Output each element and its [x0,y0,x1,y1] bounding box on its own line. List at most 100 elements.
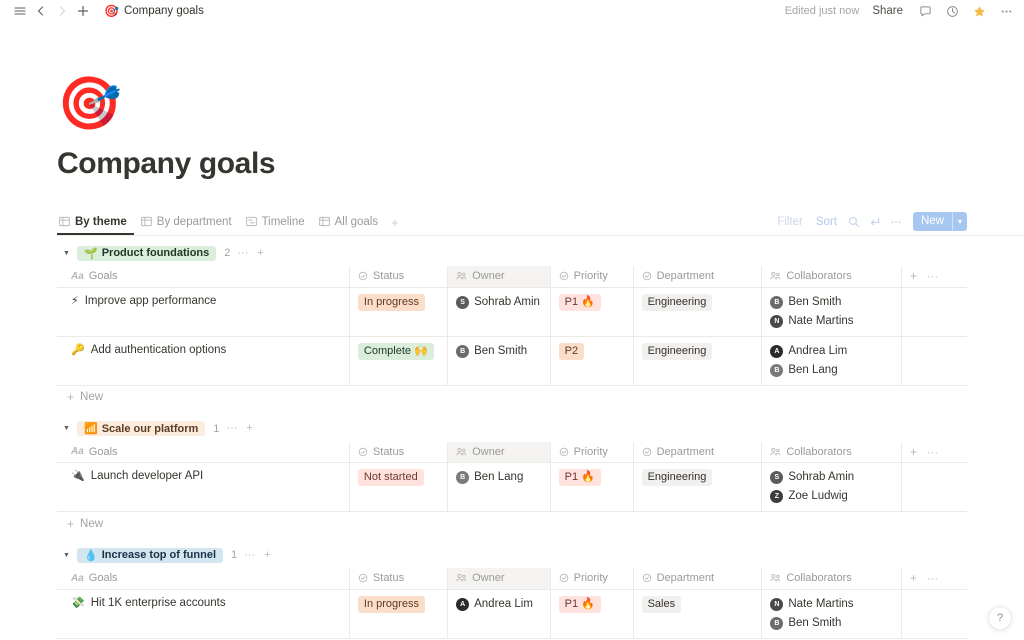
column-header-goals[interactable]: AaGoals [57,568,349,589]
chevron-left-icon[interactable] [31,2,50,21]
column-header-priority[interactable]: Priority [550,442,633,463]
cell-goal-title[interactable]: 💸Hit 1K enterprise accounts [57,589,349,638]
cell-department[interactable]: Engineering [633,287,762,336]
toolbar-ellipsis-icon[interactable] [887,213,905,231]
table-row[interactable]: ⚡Improve app performanceIn progressSSohr… [57,287,967,336]
add-new-row-button[interactable]: +New [57,386,967,410]
page-icon[interactable]: 🎯 [57,78,1024,130]
add-new-row-button[interactable]: +New [57,512,967,536]
cell-empty [902,287,968,336]
group-add-icon[interactable]: + [255,248,265,259]
group-name-pill[interactable]: 📶Scale our platform [77,421,205,436]
cell-collaborators[interactable]: AAndrea LimBBen Lang [762,336,902,385]
cell-status[interactable]: Complete🙌 [349,336,447,385]
column-header-department[interactable]: Department [633,442,762,463]
cell-owner[interactable]: SSohrab Amin [448,287,551,336]
column-options-icon[interactable]: ··· [927,271,938,283]
cell-department[interactable]: Sales [633,589,762,638]
column-header-status[interactable]: Status [349,266,447,287]
column-header-owner[interactable]: Owner [448,442,551,463]
avatar: B [456,345,469,358]
collapse-triangle-icon[interactable]: ▼ [61,425,72,432]
chevron-right-icon[interactable] [52,2,71,21]
column-header-owner[interactable]: Owner [448,266,551,287]
cell-priority[interactable]: P1🔥 [550,463,633,512]
cell-goal-title[interactable]: 🔌Launch developer API [57,463,349,512]
cell-owner[interactable]: BBen Smith [448,336,551,385]
group-ellipsis-icon[interactable]: ··· [235,248,250,259]
ellipsis-icon[interactable] [997,2,1015,20]
table-row[interactable]: 🔑Add authentication optionsComplete🙌BBen… [57,336,967,385]
tab-by-theme[interactable]: By theme [57,216,134,235]
group-add-icon[interactable]: + [244,423,254,434]
comment-icon[interactable] [916,2,934,20]
collapse-triangle-icon[interactable]: ▼ [61,250,72,257]
cell-goal-title[interactable]: ⚡Improve app performance [57,287,349,336]
group-add-icon[interactable]: + [262,550,272,561]
group-ellipsis-icon[interactable]: ··· [242,550,257,561]
clock-icon[interactable] [943,2,961,20]
column-header-collaborators[interactable]: Collaborators [762,266,902,287]
plus-icon[interactable] [73,2,92,21]
group-1: ▼🌱Product foundations2···+AaGoalsStatusO… [57,243,967,410]
cell-priority[interactable]: P1🔥 [550,589,633,638]
table-row[interactable]: 🔌Launch developer APINot startedBBen Lan… [57,463,967,512]
column-header-collaborators[interactable]: Collaborators [762,568,902,589]
filter-button[interactable]: Filter [772,214,808,230]
column-header-status[interactable]: Status [349,568,447,589]
cell-collaborators[interactable]: NNate MartinsBBen Smith [762,589,902,638]
sort-button[interactable]: Sort [811,214,842,230]
cell-status[interactable]: In progress [349,589,447,638]
cell-priority-emoji: 🔥 [581,470,595,485]
share-button[interactable]: Share [868,3,907,19]
star-icon[interactable] [970,2,988,20]
column-header-department[interactable]: Department [633,266,762,287]
new-record-button[interactable]: New ▾ [913,212,967,231]
cell-goal-title[interactable]: 🔑Add authentication options [57,336,349,385]
column-header-goals[interactable]: AaGoals [57,266,349,287]
breadcrumb-label: Company goals [124,5,204,17]
lightning-arrow-icon[interactable] [866,213,884,231]
search-icon[interactable] [845,213,863,231]
cell-collaborators[interactable]: SSohrab AminZZoe Ludwig [762,463,902,512]
cell-collaborators[interactable]: BBen SmithNNate Martins [762,287,902,336]
column-header-owner[interactable]: Owner [448,568,551,589]
column-header-goals[interactable]: AaGoals [57,442,349,463]
column-label: Collaborators [786,572,851,584]
column-header-status[interactable]: Status [349,442,447,463]
group-name-pill[interactable]: 🌱Product foundations [77,246,216,261]
cell-status[interactable]: In progress [349,287,447,336]
goal-title: Launch developer API [91,469,204,484]
hamburger-menu-icon[interactable] [10,2,29,21]
cell-priority[interactable]: P1🔥 [550,287,633,336]
group-name-pill[interactable]: 💧Increase top of funnel [77,548,223,563]
group-count: 1 [213,423,219,435]
page-title[interactable]: Company goals [57,146,1024,182]
cell-owner[interactable]: BBen Lang [448,463,551,512]
add-column-button[interactable]: + [910,445,917,459]
add-column-button[interactable]: + [910,269,917,283]
column-options-icon[interactable]: ··· [927,573,938,585]
tab-all-goals[interactable]: All goals [312,216,385,235]
cell-priority[interactable]: P2 [550,336,633,385]
cell-department[interactable]: Engineering [633,463,762,512]
column-header-department[interactable]: Department [633,568,762,589]
group-ellipsis-icon[interactable]: ··· [224,423,239,434]
column-header-priority[interactable]: Priority [550,568,633,589]
collapse-triangle-icon[interactable]: ▼ [61,552,72,559]
cell-owner[interactable]: AAndrea Lim [448,589,551,638]
help-button[interactable]: ? [988,606,1012,630]
tab-timeline[interactable]: Timeline [239,216,312,235]
cell-department[interactable]: Engineering [633,336,762,385]
table-row[interactable]: 💸Hit 1K enterprise accountsIn progressAA… [57,589,967,638]
chevron-down-icon[interactable]: ▾ [952,212,967,231]
tab-by-department[interactable]: By department [134,216,239,235]
column-header-collaborators[interactable]: Collaborators [762,442,902,463]
column-header-priority[interactable]: Priority [550,266,633,287]
breadcrumb[interactable]: 🎯 Company goals [99,2,209,20]
column-options-icon[interactable]: ··· [927,447,938,459]
cell-department-label: Engineering [648,295,707,310]
add-view-button[interactable]: + [385,215,405,235]
cell-status[interactable]: Not started [349,463,447,512]
add-column-button[interactable]: + [910,571,917,585]
